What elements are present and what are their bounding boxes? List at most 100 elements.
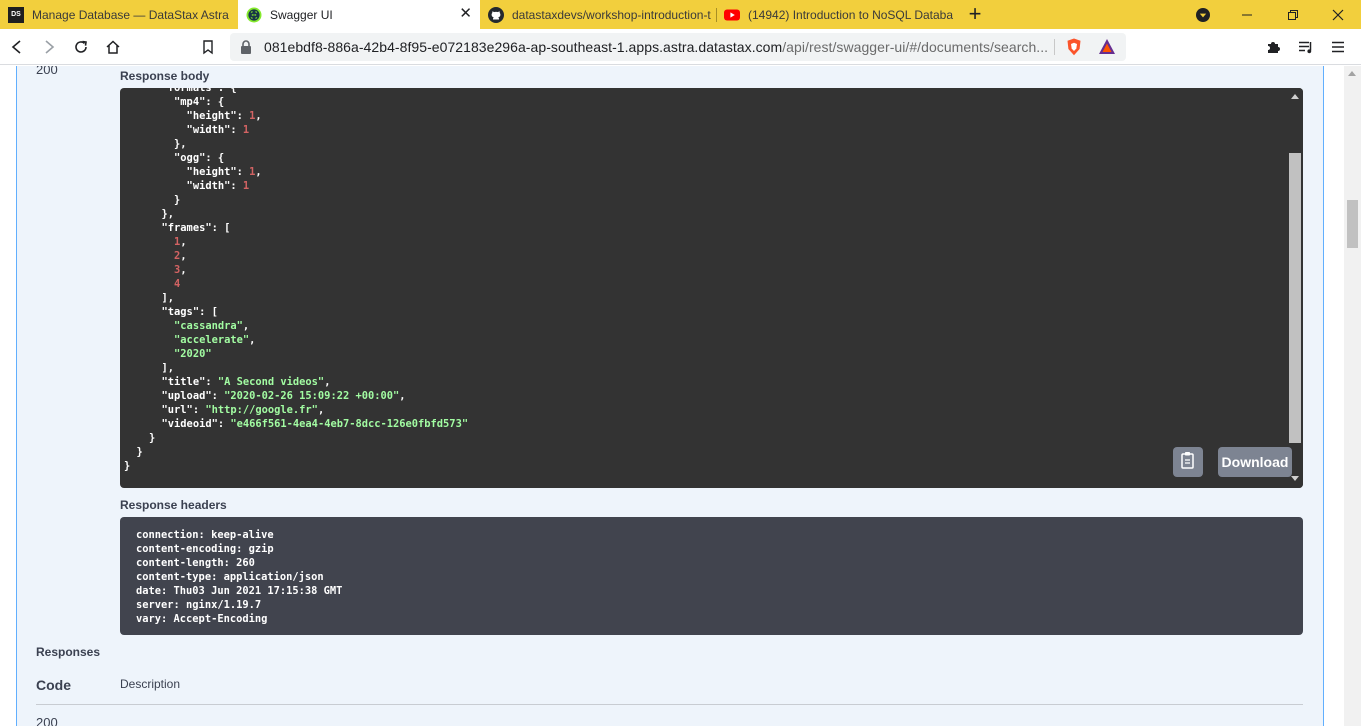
json-token: , xyxy=(317,404,325,416)
json-token: , xyxy=(255,110,262,122)
responses-title: Responses xyxy=(36,645,101,659)
home-icon[interactable] xyxy=(101,35,125,59)
json-token: , xyxy=(242,320,250,332)
bookmark-icon[interactable] xyxy=(196,35,220,59)
response-code-200: 200 xyxy=(36,715,58,726)
tab-youtube-nosql[interactable]: (14942) Introduction to NoSQL Databa xyxy=(716,0,956,29)
youtube-logo-icon xyxy=(724,7,740,23)
header-line: content-encoding: gzip xyxy=(136,543,274,555)
reload-icon[interactable] xyxy=(69,35,93,59)
scroll-up-arrow-icon[interactable] xyxy=(1291,94,1299,99)
scroll-down-arrow-icon[interactable] xyxy=(1291,476,1299,481)
tab-label: datastaxdevs/workshop-introduction-t xyxy=(512,7,711,22)
copy-to-clipboard-button[interactable] xyxy=(1173,447,1203,477)
json-token: ], xyxy=(124,362,175,374)
tab-search-dropdown-icon[interactable] xyxy=(1180,0,1226,29)
forward-icon[interactable] xyxy=(37,35,61,59)
address-bar[interactable]: 081ebdf8-886a-42b4-8f95-e072183e296a-ap-… xyxy=(230,33,1126,61)
response-headers-label: Response headers xyxy=(120,498,227,512)
page-scrollbar[interactable] xyxy=(1344,66,1361,726)
json-token: , xyxy=(249,334,256,346)
menu-icon[interactable] xyxy=(1326,35,1350,59)
json-token: "2020" xyxy=(174,348,212,360)
json-token: "height": xyxy=(124,110,250,122)
json-token: "cassandra" xyxy=(174,320,243,332)
json-token: , xyxy=(180,264,187,276)
json-token: "title": xyxy=(124,376,218,388)
header-line: content-type: application/json xyxy=(136,571,324,583)
json-token: "ogg": { xyxy=(124,152,225,164)
page-scrollbar-thumb[interactable] xyxy=(1347,200,1358,248)
json-token: 4 xyxy=(174,278,181,290)
tab-label: Swagger UI xyxy=(270,7,333,22)
clipboard-icon xyxy=(1180,451,1196,474)
address-url[interactable]: 081ebdf8-886a-42b4-8f95-e072183e296a-ap-… xyxy=(264,39,1048,55)
address-host: 081ebdf8-886a-42b4-8f95-e072183e296a-ap-… xyxy=(264,39,783,55)
table-divider xyxy=(36,704,1303,705)
json-token: 1 xyxy=(242,180,250,192)
swagger-logo-icon xyxy=(246,7,262,23)
json-token: , xyxy=(324,376,331,388)
back-icon[interactable] xyxy=(5,35,29,59)
json-token: , xyxy=(180,236,187,248)
header-line: content-length: 260 xyxy=(136,557,255,569)
tab-manage-database[interactable]: DS Manage Database — DataStax Astra xyxy=(0,0,238,29)
response-body-scrollbar[interactable] xyxy=(1287,88,1303,488)
tab-strip: DS Manage Database — DataStax Astra Swag… xyxy=(0,0,1361,29)
close-window-icon[interactable] xyxy=(1315,0,1361,29)
response-headers-text[interactable]: connection: keep-alive content-encoding:… xyxy=(136,528,342,626)
github-logo-icon xyxy=(488,6,504,23)
header-line: connection: keep-alive xyxy=(136,529,274,541)
json-token: } xyxy=(124,446,143,458)
tab-swagger-ui[interactable]: Swagger UI ✕ xyxy=(238,0,480,29)
json-token: } xyxy=(124,194,181,206)
json-token: "accelerate" xyxy=(174,334,250,346)
omnibox-divider xyxy=(1054,39,1055,55)
download-button[interactable]: Download xyxy=(1218,447,1292,477)
scrollbar-thumb[interactable] xyxy=(1289,153,1301,443)
response-body-label: Response body xyxy=(120,69,210,83)
json-token: 1 xyxy=(242,124,250,136)
tab-label: Manage Database — DataStax Astra xyxy=(32,7,229,22)
new-tab-plus-icon[interactable]: + xyxy=(963,3,987,27)
datastax-logo-icon: DS xyxy=(8,6,24,23)
response-body[interactable]: "formats": { "mp4": { "height": 1, "widt… xyxy=(120,88,1303,488)
response-body-json[interactable]: "formats": { "mp4": { "height": 1, "widt… xyxy=(124,88,468,473)
browser-toolbar: 081ebdf8-886a-42b4-8f95-e072183e296a-ap-… xyxy=(0,29,1361,65)
json-token: } xyxy=(124,432,156,444)
close-tab-icon[interactable]: ✕ xyxy=(459,6,472,22)
response-headers[interactable]: connection: keep-alive content-encoding:… xyxy=(120,517,1303,635)
json-token: }, xyxy=(124,208,175,220)
json-token: "mp4": { xyxy=(124,96,225,108)
extensions-puzzle-icon[interactable] xyxy=(1262,35,1286,59)
column-header-description: Description xyxy=(120,677,181,691)
json-token: "videoid": xyxy=(124,418,231,430)
header-line: vary: Accept-Encoding xyxy=(136,613,268,625)
playlist-icon[interactable] xyxy=(1294,35,1318,59)
brave-shields-icon[interactable] xyxy=(1066,38,1082,61)
json-token: "http://google.fr" xyxy=(205,404,318,416)
json-token: "upload": xyxy=(124,390,225,402)
page-scroll-up-icon[interactable] xyxy=(1348,71,1356,76)
header-line: date: Thu03 Jun 2021 17:15:38 GMT xyxy=(136,585,343,597)
tab-github-workshop[interactable]: datastaxdevs/workshop-introduction-t xyxy=(480,0,716,29)
json-token: "e466f561-4ea4-4eb7-8dcc-126e0fbfd573" xyxy=(230,418,469,430)
json-token: "url": xyxy=(124,404,206,416)
lock-icon[interactable] xyxy=(240,39,252,60)
restore-window-icon[interactable] xyxy=(1270,0,1316,29)
page-content: 200 Response body "formats": { "mp4": { … xyxy=(0,66,1344,726)
json-token: , xyxy=(399,390,406,402)
minimize-icon[interactable] xyxy=(1224,0,1270,29)
json-token: "formats": { xyxy=(124,88,237,94)
response-code: 200 xyxy=(36,66,58,77)
json-token: "height": xyxy=(124,166,250,178)
json-token: , xyxy=(255,166,262,178)
header-line: server: nginx/1.19.7 xyxy=(136,599,262,611)
brave-rewards-icon[interactable] xyxy=(1098,38,1116,61)
